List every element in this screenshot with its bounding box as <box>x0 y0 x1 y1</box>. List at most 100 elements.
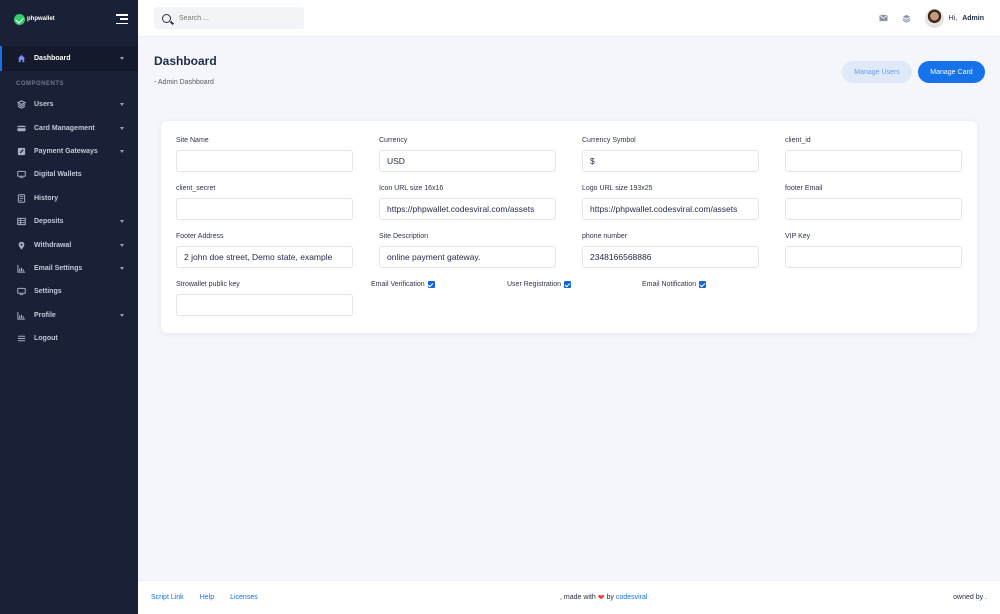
search-icon[interactable] <box>162 13 171 23</box>
strowallet-key-input[interactable] <box>176 294 353 316</box>
search-input[interactable] <box>179 14 289 22</box>
icon-url-input[interactable]: https://phpwallet.codesviral.com/assets <box>379 198 556 220</box>
author-link[interactable]: codesviral <box>616 594 648 601</box>
logo-url-input[interactable]: https://phpwallet.codesviral.com/assets <box>582 198 759 220</box>
sidebar-item-label: Digital Wallets <box>34 171 82 179</box>
chevron-down-icon <box>120 220 124 224</box>
currency-input[interactable]: USD <box>379 150 556 172</box>
site-name-label: Site Name <box>176 137 209 144</box>
currency-symbol-input[interactable]: $ <box>582 150 759 172</box>
user-registration-option: User Registration <box>507 281 572 288</box>
footer-email-field: footer Email <box>785 185 962 220</box>
owned-by-text: owned by . <box>953 594 987 601</box>
sidebar-item-label: Email Settings <box>34 264 83 272</box>
envelope-icon[interactable] <box>879 14 888 22</box>
site-name-field: Site Name <box>176 137 353 172</box>
logo[interactable]: phpwallet <box>14 13 55 25</box>
logo-text: phpwallet <box>27 16 55 22</box>
home-icon <box>16 54 26 64</box>
manage-card-button[interactable]: Manage Card <box>918 61 985 83</box>
footer-address-label: Footer Address <box>176 233 224 240</box>
sidebar-item-digital-wallets[interactable]: Digital Wallets <box>0 163 138 186</box>
user-menu[interactable]: Hi, Admin <box>924 8 984 28</box>
sidebar-item-withdrawal[interactable]: Withdrawal <box>0 233 138 256</box>
client-id-input[interactable] <box>785 150 962 172</box>
email-notification-checkbox[interactable] <box>699 281 707 288</box>
currency-field: Currency USD <box>379 137 556 172</box>
chevron-down-icon <box>120 126 124 130</box>
email-verification-option: Email Verification <box>371 281 435 288</box>
site-description-field: Site Description online payment gateway. <box>379 233 556 268</box>
sidebar-item-label: Profile <box>34 311 56 319</box>
sidebar-item-label: Dashboard <box>34 55 71 62</box>
client-id-label: client_id <box>785 137 811 144</box>
footer-link-script[interactable]: Script Link <box>151 594 184 601</box>
currency-symbol-label: Currency Symbol <box>582 137 636 144</box>
avatar[interactable] <box>924 8 944 28</box>
sidebar-item-label: Card Management <box>34 124 95 132</box>
search-box[interactable] <box>154 7 304 29</box>
client-id-field: client_id <box>785 137 962 172</box>
sidebar-item-card-management[interactable]: Card Management <box>0 116 138 139</box>
sidebar-item-settings[interactable]: Settings <box>0 280 138 303</box>
footer-links: Script Link Help Licenses <box>151 594 258 601</box>
chevron-down-icon <box>120 243 124 247</box>
history-icon <box>16 193 26 203</box>
sidebar-item-label: Payment Gateways <box>34 147 98 155</box>
heart-icon: ❤ <box>597 593 605 602</box>
strowallet-key-field: Strowallet public key <box>176 281 353 316</box>
phone-number-field: phone number 2348166568886 <box>582 233 759 268</box>
phone-number-label: phone number <box>582 233 628 240</box>
user-registration-checkbox[interactable] <box>564 281 572 288</box>
strowallet-key-label: Strowallet public key <box>176 281 240 288</box>
manage-users-button[interactable]: Manage Users <box>842 61 912 83</box>
footer-link-help[interactable]: Help <box>200 594 214 601</box>
sidebar-item-label: Deposits <box>34 218 64 226</box>
logo-icon <box>14 13 25 25</box>
desktop-icon <box>16 170 26 180</box>
card-icon <box>16 123 26 133</box>
site-name-input[interactable] <box>176 150 353 172</box>
sidebar-nav: Dashboard COMPONENTS Users Card Manageme… <box>0 38 138 350</box>
footer-email-input[interactable] <box>785 198 962 220</box>
sidebar-item-label: Users <box>34 101 54 109</box>
footer-credit: , made with ❤ by codesviral <box>560 593 647 602</box>
logo-url-field: Logo URL size 193x25 https://phpwallet.c… <box>582 185 759 220</box>
client-secret-input[interactable] <box>176 198 353 220</box>
sidebar-item-history[interactable]: History <box>0 187 138 210</box>
sidebar-item-dashboard[interactable]: Dashboard <box>0 46 138 71</box>
email-verification-checkbox[interactable] <box>427 281 435 288</box>
email-notification-label: Email Notification <box>642 281 697 288</box>
icon-url-field: Icon URL size 16x16 https://phpwallet.co… <box>379 185 556 220</box>
vip-key-field: VIP Key <box>785 233 962 268</box>
top-bar: Hi, Admin <box>138 0 1000 37</box>
sidebar-item-profile[interactable]: Profile <box>0 304 138 327</box>
footer-address-input[interactable]: 2 john doe street, Demo state, example <box>176 246 353 268</box>
client-secret-field: client_secret <box>176 185 353 220</box>
sidebar-item-label: Settings <box>34 288 62 296</box>
footer-link-licenses[interactable]: Licenses <box>230 594 258 601</box>
list-icon <box>16 334 26 344</box>
logo-url-label: Logo URL size 193x25 <box>582 185 653 192</box>
made-with-text: , made with <box>560 594 596 601</box>
sidebar-item-logout[interactable]: Logout <box>0 327 138 350</box>
sidebar-item-email-settings[interactable]: Email Settings <box>0 257 138 280</box>
brand-bar: phpwallet <box>0 0 138 38</box>
layers-icon <box>16 100 26 110</box>
vip-key-input[interactable] <box>785 246 962 268</box>
settings-form-card: Site Name Currency USD Currency Symbol $… <box>161 121 977 333</box>
sidebar-item-deposits[interactable]: Deposits <box>0 210 138 233</box>
currency-label: Currency <box>379 137 408 144</box>
chevron-down-icon <box>120 266 124 270</box>
menu-toggle-icon[interactable] <box>116 14 128 24</box>
site-description-input[interactable]: online payment gateway. <box>379 246 556 268</box>
phone-number-input[interactable]: 2348166568886 <box>582 246 759 268</box>
footer-address-field: Footer Address 2 john doe street, Demo s… <box>176 233 353 268</box>
table-icon <box>16 217 26 227</box>
sidebar-item-users[interactable]: Users <box>0 93 138 116</box>
user-registration-label: User Registration <box>507 281 562 288</box>
site-description-label: Site Description <box>379 233 429 240</box>
layers-icon[interactable] <box>902 14 911 23</box>
sidebar-item-payment-gateways[interactable]: Payment Gateways <box>0 140 138 163</box>
by-text: by <box>606 594 614 601</box>
